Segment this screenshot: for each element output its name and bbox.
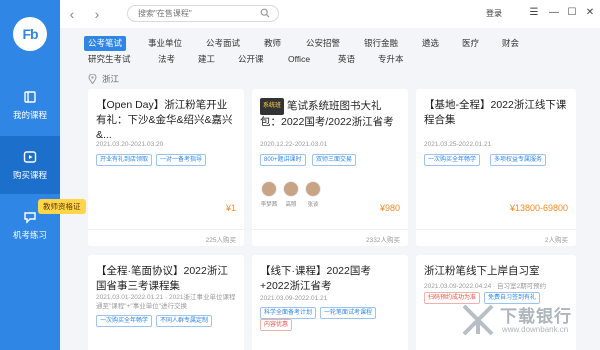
region-selector[interactable]: 浙江 [88, 73, 119, 85]
card-title: 【全程·笔面协议】2022浙江国省事三考课程集 [96, 265, 228, 292]
card-title: 【Open Day】浙江粉笔开业有礼：下沙&金华&绍兴&嘉兴&... [96, 99, 233, 141]
course-card[interactable]: 【Open Day】浙江粉笔开业有礼：下沙&金华&绍兴&嘉兴&... 2021.… [88, 89, 244, 246]
book-icon [24, 90, 36, 103]
tab-category[interactable]: 专升本 [374, 52, 408, 67]
close-icon[interactable]: ✕ [583, 6, 597, 20]
card-buyers: 2332人购买 [366, 237, 400, 244]
menu-icon[interactable]: ☰ [527, 6, 541, 20]
tab-category[interactable]: Office [284, 52, 314, 67]
tab-category[interactable]: 教师 [260, 36, 285, 51]
back-chevron-icon[interactable]: ‹ [65, 7, 79, 21]
tab-category[interactable]: 财会 [498, 36, 523, 51]
tab-category[interactable]: 研究生考试 [84, 52, 135, 67]
card-divider [416, 229, 576, 230]
tab-category[interactable]: 公安招警 [302, 36, 344, 51]
tab-category[interactable]: 公考笔试 [84, 36, 127, 51]
search-icon[interactable] [260, 8, 270, 18]
play-icon [23, 150, 37, 163]
card-tag: 一次购买全年畅学 [96, 315, 153, 327]
region-label: 浙江 [102, 74, 120, 84]
avatar [283, 181, 299, 197]
card-buyers: 225人购买 [205, 237, 236, 244]
card-tag: 不同人群专属定制 [156, 315, 213, 327]
card-date: 2021.03.09-2022.01.21 [260, 295, 328, 302]
tooltip-teacher-cert[interactable]: 教师资格证 [38, 199, 86, 214]
watermark-url: www.downbank.cn [502, 325, 569, 334]
tab-category[interactable]: 遴选 [418, 36, 443, 51]
system-class-badge: 系统班 [260, 98, 285, 115]
avatar [261, 181, 277, 197]
tab-category[interactable]: 公考面试 [202, 36, 244, 51]
card-date: 2020.12.22-2021.03.01 [260, 141, 328, 148]
teacher-name: 张谈 [307, 202, 319, 208]
maximize-icon[interactable]: ☐ [565, 6, 579, 20]
chat-icon [24, 211, 36, 224]
tab-category[interactable]: 法考 [154, 52, 179, 67]
course-card[interactable]: 【基地-全程】2022浙江线下课程合集 2021.03.25-2022.01.2… [416, 89, 576, 246]
watermark-text: 下载银行 [500, 307, 572, 326]
watermark-logo-icon [462, 304, 494, 336]
teacher-name: 李梦茜 [260, 202, 278, 208]
watermark: 下载银行 www.downbank.cn [460, 300, 600, 350]
card-tag: 一对一备考指导 [156, 154, 207, 166]
card-price: ¥13800-69800 [509, 203, 568, 213]
card-date: 2021.03.20-2021.03.20 [96, 141, 164, 148]
avatar [305, 181, 321, 197]
card-divider [252, 229, 408, 230]
sidebar-item-buy-courses[interactable]: 购买课程 [0, 136, 60, 194]
login-link[interactable]: 登录 [486, 8, 502, 19]
search-input[interactable] [127, 5, 279, 22]
sidebar-item-label: 我的课程 [12, 109, 47, 120]
card-tag: 一轮笔面试考课程 [320, 307, 377, 319]
teacher: 高照 [281, 181, 301, 208]
top-bar: ‹ › 登录 ☰ — ☐ ✕ [60, 0, 600, 28]
tab-category[interactable]: 事业单位 [144, 36, 186, 51]
tab-category[interactable]: 医疗 [458, 36, 483, 51]
card-price: ¥1 [225, 203, 236, 213]
tab-category[interactable]: 建工 [194, 52, 219, 67]
card-price: ¥980 [379, 203, 400, 213]
course-card[interactable]: 【全程·笔面协议】2022浙江国省事三考课程集 2021.03.01-2022.… [88, 255, 244, 350]
card-tag: 科学全面备考计划 [260, 307, 317, 319]
sidebar-item-my-courses[interactable]: 我的课程 [0, 76, 60, 134]
card-date: 2021.03.09-2022.04.24 · 自习室2期可预约 [424, 283, 547, 290]
sidebar-item-label: 机考练习 [12, 229, 47, 240]
card-title: 系统班 笔试系统班图书大礼包：2022国考/2022浙江省考 [260, 98, 400, 130]
card-tag: 开业有礼到店领取 [96, 154, 153, 166]
card-tag: 800+题讲课时 [260, 154, 306, 166]
card-buyers: 2人购买 [544, 237, 568, 244]
forward-chevron-icon[interactable]: › [90, 7, 104, 21]
sidebar-item-label: 购买课程 [12, 169, 47, 180]
location-pin-icon [88, 74, 97, 84]
tab-category[interactable]: 公开课 [234, 52, 268, 67]
card-date: 2021.03.25-2022.01.21 [424, 141, 492, 148]
card-divider [88, 229, 244, 230]
card-tag: 一次购买全年畅学 [424, 154, 481, 166]
course-card[interactable]: 【线下·课程】2022国考+2022浙江省考 2021.03.09-2022.0… [252, 255, 408, 350]
app-logo: Fb [13, 17, 47, 51]
tab-category[interactable]: 英语 [334, 52, 359, 67]
teacher: 张谈 [303, 181, 323, 208]
course-card[interactable]: 系统班 笔试系统班图书大礼包：2022国考/2022浙江省考 2020.12.22… [252, 89, 408, 246]
card-title: 浙江粉笔线下上岸自习室 [424, 265, 540, 277]
card-date: 2021.03.01-2022.01.21 · 2021浙江事业单位课程通至"课… [96, 294, 236, 310]
card-title: 【线下·课程】2022国考+2022浙江省考 [260, 265, 371, 292]
sidebar: Fb 我的课程 购买课程 机考练习 [0, 0, 60, 350]
tab-category[interactable]: 银行金融 [360, 36, 402, 51]
teacher: 李梦茜 [259, 181, 279, 208]
card-title: 【基地-全程】2022浙江线下课程合集 [424, 99, 567, 126]
card-tag: 双师三面交易 [312, 154, 357, 166]
card-tag: 多项权益专属服务 [490, 154, 547, 166]
teacher-name: 高照 [285, 202, 297, 208]
minimize-icon[interactable]: — [547, 6, 561, 20]
card-tag-discount: 内容优惠 [260, 319, 293, 331]
